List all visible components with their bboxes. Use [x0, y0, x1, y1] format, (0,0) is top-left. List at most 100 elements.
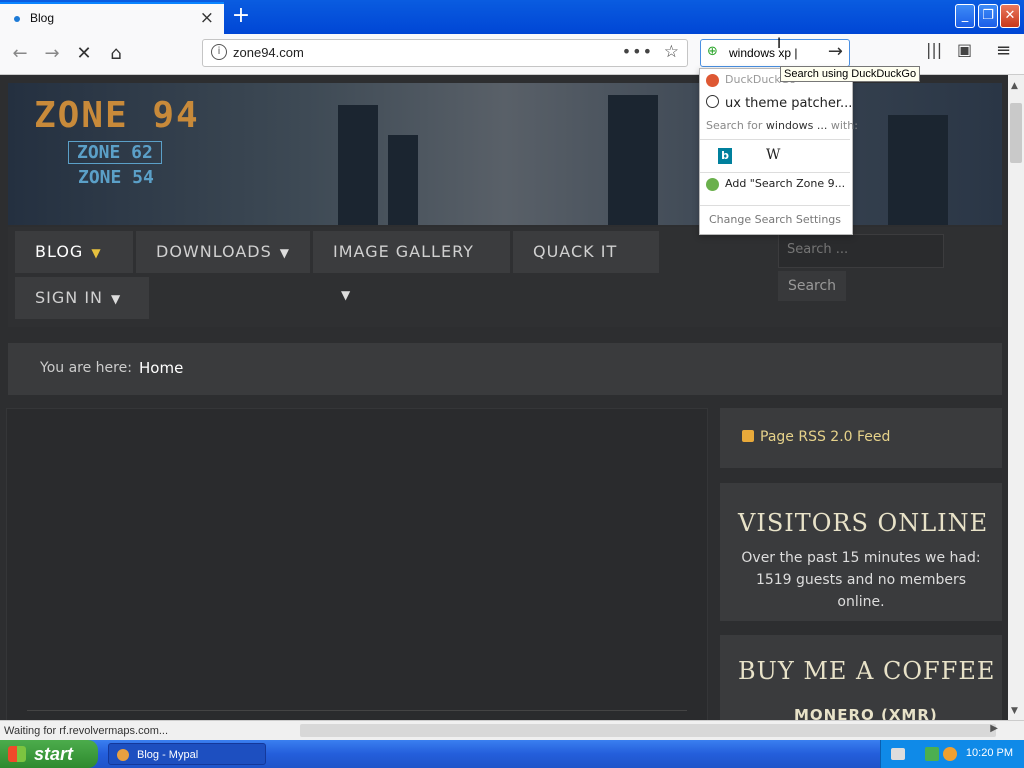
caret-down-icon: ▼	[279, 246, 291, 260]
search-for-term: windows ...	[765, 119, 828, 132]
windows-logo-icon	[8, 746, 26, 762]
search-tray-icon[interactable]	[943, 747, 957, 761]
taskbar-item-label: Blog - Mypal	[137, 749, 199, 761]
tab-close-icon[interactable]: ×	[200, 8, 214, 28]
caret-down-icon: ▼	[111, 292, 122, 306]
caret-down-icon: ▼	[91, 246, 102, 260]
url-text[interactable]: zone94.com	[233, 45, 304, 60]
history-clock-icon	[706, 95, 719, 108]
skyline-building	[338, 105, 378, 225]
web-page: ZONE 94 ZONE 62 ZONE 54 BLOG ▼ DOWNLOADS ▼…	[0, 75, 1008, 720]
system-clock[interactable]: 10:20 PM	[966, 747, 1013, 759]
search-for-suffix: with:	[830, 119, 858, 132]
rss-link[interactable]: Page RSS 2.0 Feed	[760, 429, 890, 445]
search-for-prefix: Search for	[706, 119, 763, 132]
start-button[interactable]: start	[0, 740, 98, 768]
wikipedia-icon[interactable]: W	[766, 147, 780, 163]
tooltip: Search using DuckDuckGo	[780, 66, 921, 82]
status-bar: Waiting for rf.revolvermaps.com...	[0, 720, 288, 740]
rss-icon	[742, 430, 754, 442]
site-search-button[interactable]: Search	[778, 271, 846, 301]
breadcrumb: You are here: Home	[8, 343, 1002, 395]
hamburger-menu-icon[interactable]: ≡	[996, 40, 1011, 61]
scroll-right-icon[interactable]: ▶	[990, 723, 998, 734]
menu-label: IMAGE GALLERY	[333, 242, 474, 261]
bing-icon[interactable]: b	[718, 148, 732, 164]
new-tab-button[interactable]: +	[228, 4, 254, 30]
mypal-icon	[117, 749, 129, 761]
visitors-heading: VISITORS ONLINE	[738, 509, 989, 537]
visitors-text: Over the past 15 minutes we had: 1519 gu…	[741, 550, 981, 610]
menu-item-blog[interactable]: BLOG ▼	[15, 231, 133, 273]
menu-label: QUACK IT	[533, 242, 618, 261]
menu-item-image-gallery[interactable]: IMAGE GALLERY ▼	[313, 231, 510, 302]
main-content	[6, 408, 708, 720]
stop-icon[interactable]: ✕	[70, 40, 98, 68]
add-engine-label: Add "Search Zone 9...	[725, 177, 846, 190]
search-go-icon[interactable]: →	[828, 41, 843, 62]
keyboard-icon[interactable]	[891, 748, 905, 760]
site-logo-sub: ZONE 54	[78, 167, 154, 188]
maximize-button[interactable]: ❐	[978, 4, 998, 28]
site-logo[interactable]: ZONE 94	[34, 95, 200, 136]
coffee-heading: BUY ME A COFFEE	[738, 657, 996, 685]
breadcrumb-label: You are here:	[40, 360, 132, 376]
tab-blog[interactable]: Blog ×	[0, 2, 224, 34]
visitors-module: VISITORS ONLINE Over the past 15 minutes…	[720, 483, 1002, 621]
scroll-up-icon[interactable]: ▲	[1011, 81, 1018, 91]
minimize-button[interactable]: _	[955, 4, 975, 28]
text-cursor-icon: I	[777, 36, 782, 52]
skyline-building	[388, 135, 418, 225]
site-search-input[interactable]	[785, 241, 939, 258]
menu-label: DOWNLOADS	[156, 242, 272, 261]
duckduckgo-icon	[706, 73, 719, 87]
one-off-engines: b W	[700, 139, 850, 173]
horizontal-scrollbar[interactable]: ▶	[288, 720, 1024, 741]
close-window-button[interactable]: ✕	[1000, 4, 1020, 28]
menu-item-quack-it[interactable]: QUACK IT	[513, 231, 659, 273]
search-for-label: Search for windows ... with:	[706, 119, 858, 132]
menu-item-downloads[interactable]: DOWNLOADS ▼	[136, 231, 310, 273]
bookmark-star-icon[interactable]: ☆	[664, 42, 679, 62]
skyline-building	[608, 95, 658, 225]
vertical-scrollbar[interactable]: ▲ ▼	[1008, 75, 1024, 720]
sidebar-toggle-icon[interactable]: ▣	[957, 40, 972, 59]
back-icon[interactable]: ←	[6, 40, 34, 68]
change-search-settings-button[interactable]: Change Search Settings	[700, 205, 850, 234]
menu-label: BLOG	[35, 242, 84, 261]
skyline-building	[888, 115, 948, 225]
site-search-field[interactable]	[778, 234, 944, 268]
taskbar-item-blog[interactable]: Blog - Mypal	[108, 743, 266, 765]
menu-item-sign-in[interactable]: SIGN IN ▼	[15, 277, 149, 319]
rss-module: Page RSS 2.0 Feed	[720, 408, 1002, 468]
search-bar[interactable]: ⊕ windows xp | →	[700, 39, 850, 67]
tab-strip: Blog × + _ ❐ ✕	[0, 0, 1024, 34]
page-actions-icon[interactable]: •••	[622, 42, 653, 61]
suggestion-text: ux theme patcher...	[725, 96, 853, 111]
network-icon[interactable]	[925, 747, 939, 761]
breadcrumb-home-link[interactable]: Home	[139, 359, 183, 377]
caret-down-icon: ▼	[341, 288, 352, 302]
url-bar[interactable]: i zone94.com ••• ☆	[202, 39, 688, 67]
coffee-module: BUY ME A COFFEE MONERO (XMR)	[720, 635, 1002, 720]
coffee-subheading: MONERO (XMR)	[794, 706, 938, 720]
suggestion-item[interactable]: ux theme patcher...	[706, 95, 852, 111]
scroll-thumb[interactable]	[1010, 103, 1022, 163]
content-divider	[27, 710, 687, 711]
search-engine-icon[interactable]: ⊕	[707, 44, 718, 59]
add-engine-icon	[706, 177, 719, 191]
tab-title: Blog	[30, 11, 55, 25]
scroll-down-icon[interactable]: ▼	[1011, 706, 1018, 716]
add-search-engine-item[interactable]: Add "Search Zone 9...	[706, 177, 845, 191]
library-icon[interactable]: |||	[926, 40, 942, 59]
scroll-thumb[interactable]	[300, 724, 996, 737]
forward-icon[interactable]: →	[38, 40, 66, 68]
system-tray: 10:20 PM	[880, 740, 1024, 768]
tab-loading-icon	[14, 16, 20, 22]
search-suggestions-popup: DuckDuckGo ux theme patcher... Search fo…	[699, 68, 858, 235]
site-info-icon[interactable]: i	[211, 44, 227, 60]
home-icon[interactable]: ⌂	[102, 40, 130, 68]
menu-label: SIGN IN	[35, 288, 104, 307]
start-label: start	[34, 744, 74, 764]
search-bar-value[interactable]: windows xp |	[729, 46, 797, 60]
